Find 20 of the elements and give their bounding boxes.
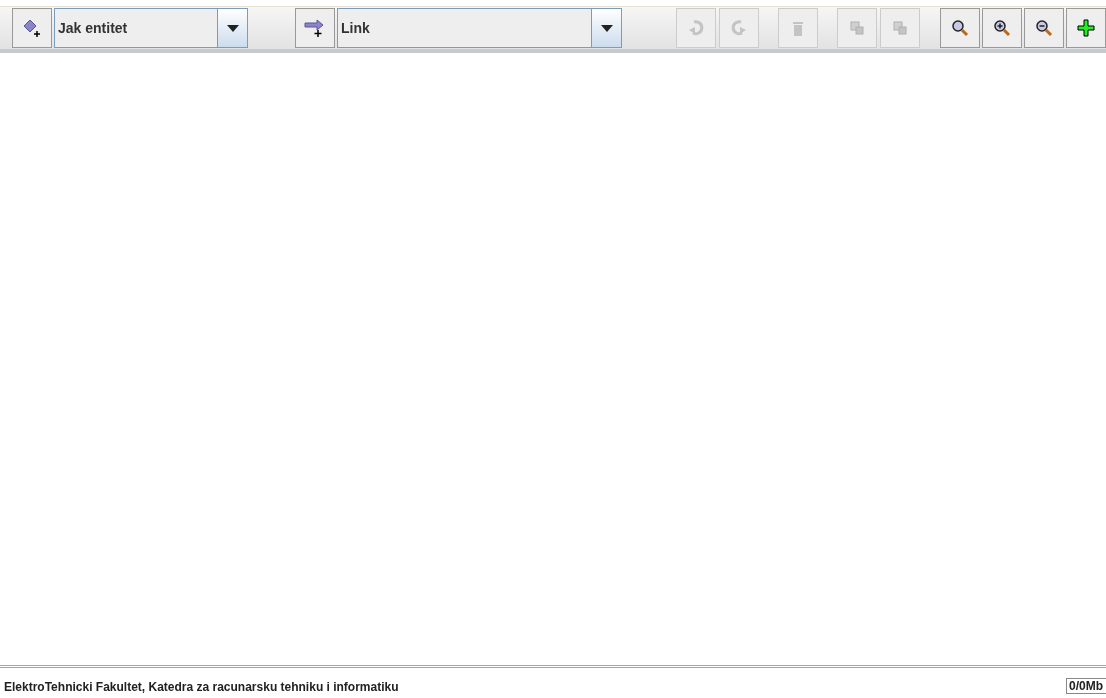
arrow-plus-icon xyxy=(304,18,326,38)
zoom-out-icon xyxy=(1034,18,1054,38)
zoom-in-icon xyxy=(992,18,1012,38)
plus-button[interactable] xyxy=(1066,8,1106,48)
zoom-in-button[interactable] xyxy=(982,8,1022,48)
diamond-plus-icon xyxy=(22,18,42,38)
dropdown[interactable]: Link xyxy=(337,8,622,48)
arrow-plus-button[interactable] xyxy=(295,8,335,48)
dropdown[interactable]: Jak entitet xyxy=(54,8,248,48)
squares-icon xyxy=(847,18,867,38)
squares-icon xyxy=(890,18,910,38)
magnifier-icon xyxy=(950,18,970,38)
magnifier-button[interactable] xyxy=(940,8,980,48)
memory-indicator: 0/0Mb xyxy=(1066,678,1106,694)
plus-icon xyxy=(1076,18,1096,38)
caret-icon xyxy=(600,24,613,32)
zoom-out-button[interactable] xyxy=(1024,8,1064,48)
diamond-plus-button[interactable] xyxy=(12,8,52,48)
caret-icon xyxy=(226,24,239,32)
status-message: ElektroTehnicki Fakultet, Katedra za racunarsku tehniku i informatiku xyxy=(4,680,399,694)
